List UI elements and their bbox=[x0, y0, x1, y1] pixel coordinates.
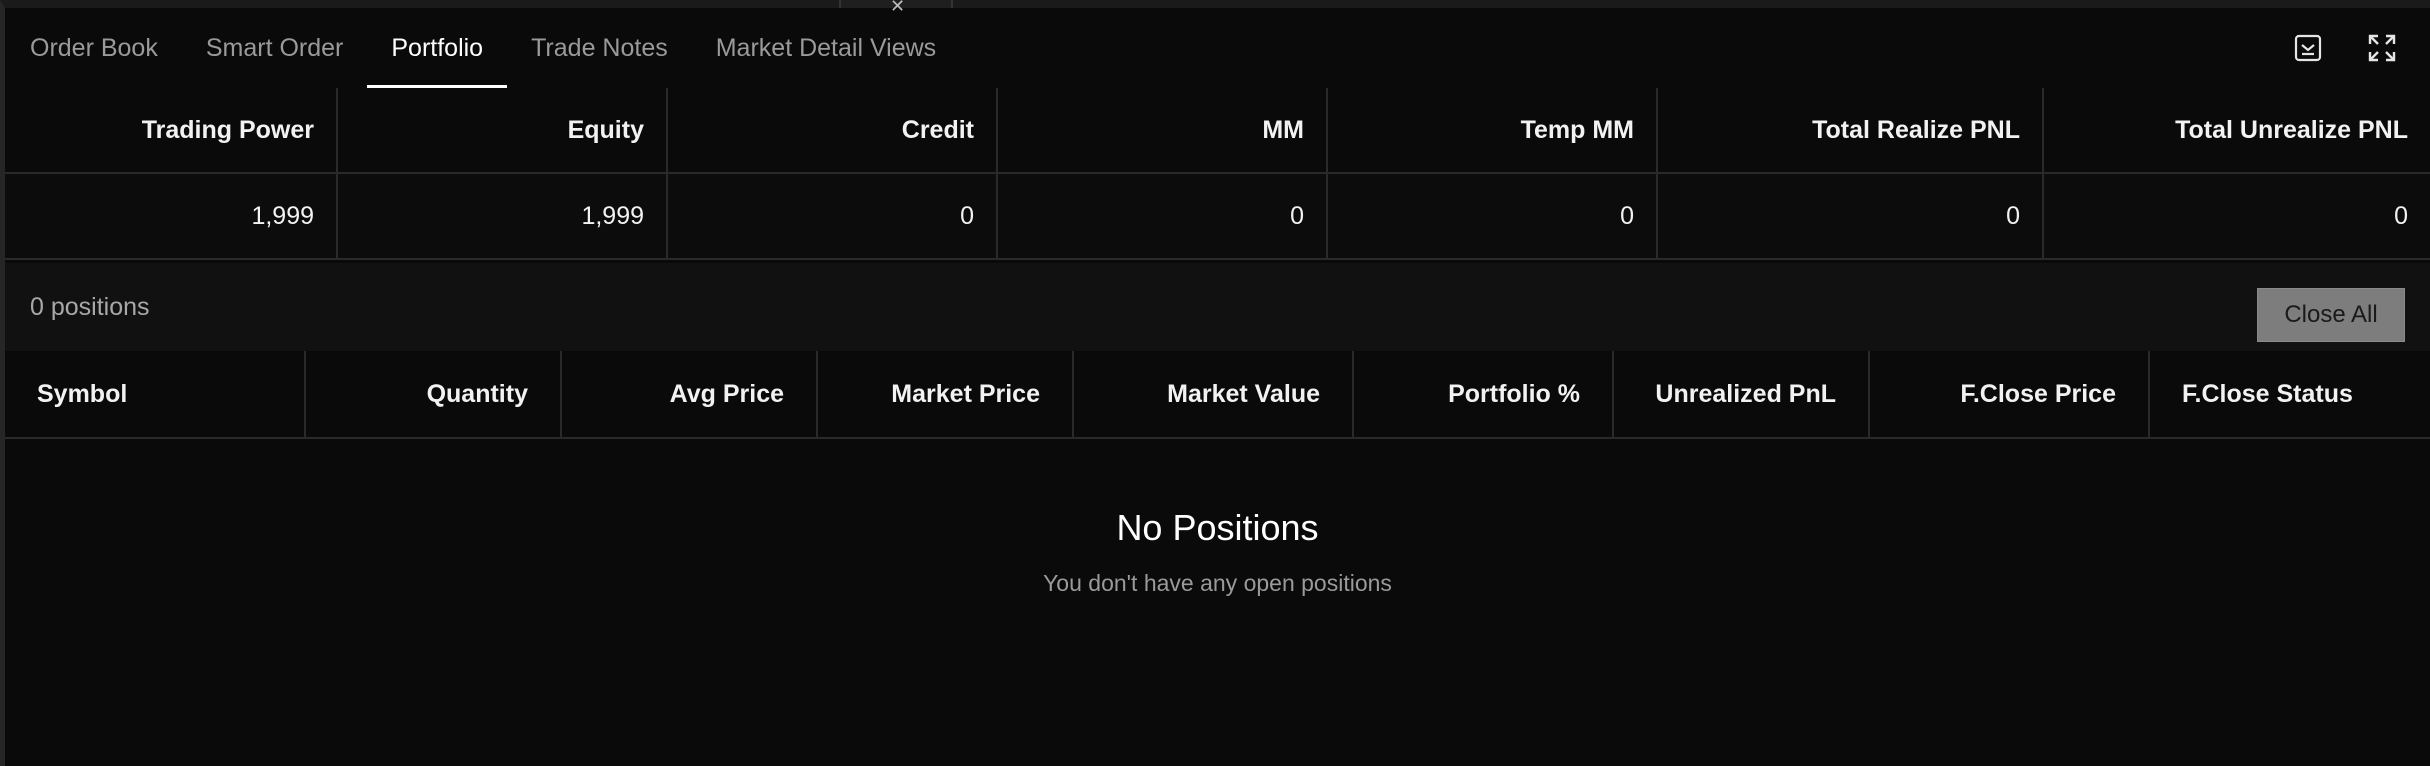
header-mm: MM bbox=[997, 88, 1328, 174]
empty-state: No Positions You don't have any open pos… bbox=[5, 498, 2430, 597]
tab-market-detail-views[interactable]: Market Detail Views bbox=[692, 8, 960, 88]
collapse-down-icon[interactable] bbox=[2290, 30, 2326, 66]
summary-value-row: 1,999 1,999 0 0 0 0 0 bbox=[5, 173, 2430, 260]
column-header-fclose-price[interactable]: F.Close Price bbox=[1869, 351, 2150, 439]
empty-state-subtitle: You don't have any open positions bbox=[1043, 570, 1392, 596]
value-mm: 0 bbox=[997, 173, 1328, 260]
column-header-unrealized-pnl[interactable]: Unrealized PnL bbox=[1613, 351, 1870, 439]
value-credit: 0 bbox=[667, 173, 998, 260]
column-header-quantity[interactable]: Quantity bbox=[305, 351, 562, 439]
header-total-unrealize-pnl: Total Unrealize PNL bbox=[2043, 88, 2430, 174]
tab-actions bbox=[2290, 30, 2400, 66]
header-equity: Equity bbox=[337, 88, 668, 174]
value-total-realize-pnl: 0 bbox=[1657, 173, 2044, 260]
header-total-realize-pnl: Total Realize PNL bbox=[1657, 88, 2044, 174]
close-all-button[interactable]: Close All bbox=[2257, 288, 2405, 342]
column-header-symbol[interactable]: Symbol bbox=[5, 351, 306, 439]
positions-count: 0 positions bbox=[30, 293, 150, 321]
value-total-unrealize-pnl: 0 bbox=[2043, 173, 2430, 260]
positions-table: Symbol Quantity Avg Price Market Price M… bbox=[5, 351, 2430, 439]
header-temp-mm: Temp MM bbox=[1327, 88, 1658, 174]
column-header-market-value[interactable]: Market Value bbox=[1073, 351, 1354, 439]
column-header-avg-price[interactable]: Avg Price bbox=[561, 351, 818, 439]
header-credit: Credit bbox=[667, 88, 998, 174]
value-temp-mm: 0 bbox=[1327, 173, 1658, 260]
tab-bar: Order Book Smart Order Portfolio Trade N… bbox=[5, 8, 2430, 89]
column-header-market-price[interactable]: Market Price bbox=[817, 351, 1074, 439]
expand-icon[interactable] bbox=[2364, 30, 2400, 66]
value-trading-power: 1,999 bbox=[5, 173, 338, 260]
column-header-fclose-status[interactable]: F.Close Status bbox=[2149, 351, 2430, 439]
header-trading-power: Trading Power bbox=[5, 88, 338, 174]
value-equity: 1,999 bbox=[337, 173, 668, 260]
positions-toolbar: 0 positions Close All bbox=[5, 263, 2430, 353]
tab-trade-notes[interactable]: Trade Notes bbox=[507, 8, 692, 88]
summary-header-row: Trading Power Equity Credit MM Temp MM T… bbox=[5, 88, 2430, 174]
tab-order-book[interactable]: Order Book bbox=[5, 8, 182, 88]
column-header-portfolio-percent[interactable]: Portfolio % bbox=[1353, 351, 1614, 439]
positions-header-row: Symbol Quantity Avg Price Market Price M… bbox=[5, 351, 2430, 439]
tab-smart-order[interactable]: Smart Order bbox=[182, 8, 368, 88]
tab-portfolio[interactable]: Portfolio bbox=[367, 8, 507, 88]
empty-state-title: No Positions bbox=[1116, 507, 1319, 548]
account-summary-table: Trading Power Equity Credit MM Temp MM T… bbox=[5, 88, 2430, 260]
portfolio-panel: ✕ Order Book Smart Order Portfolio Trade… bbox=[0, 0, 2430, 766]
